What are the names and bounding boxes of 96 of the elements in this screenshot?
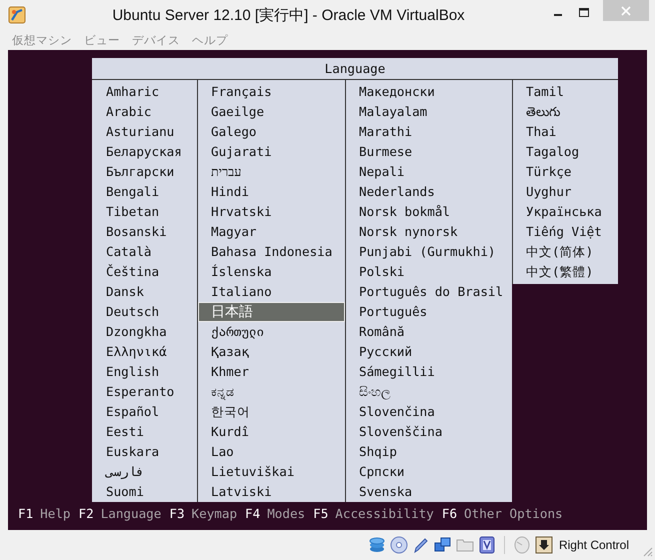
language-option[interactable]: Svenska (346, 482, 512, 502)
language-option[interactable]: Tiếng Việt (513, 222, 618, 242)
language-option[interactable]: Gujarati (198, 142, 345, 162)
language-option[interactable]: Marathi (346, 122, 512, 142)
language-option[interactable]: Esperanto (92, 382, 197, 402)
language-option[interactable]: Italiano (198, 282, 345, 302)
function-key: F6 (442, 506, 458, 520)
language-option[interactable]: Norsk bokmål (346, 202, 512, 222)
language-option[interactable]: Suomi (92, 482, 197, 502)
language-option[interactable]: Русский (346, 342, 512, 362)
function-key: F2 (78, 506, 94, 520)
language-option[interactable]: 한국어 (198, 402, 345, 422)
language-option[interactable]: Latviski (198, 482, 345, 502)
language-option[interactable]: فارسی (92, 462, 197, 482)
language-option[interactable]: Português (346, 302, 512, 322)
language-option[interactable]: 中文(繁體) (513, 262, 618, 282)
language-option[interactable]: Беларуская (92, 142, 197, 162)
language-option[interactable]: Türkçe (513, 162, 618, 182)
language-option[interactable]: Español (92, 402, 197, 422)
language-option[interactable]: ქართული (198, 322, 345, 342)
function-key: F4 (245, 506, 260, 520)
language-option[interactable]: Bosanski (92, 222, 197, 242)
language-option[interactable]: English (92, 362, 197, 382)
app-icon (8, 6, 26, 24)
language-option[interactable]: עברית (198, 162, 345, 182)
language-option[interactable]: Malayalam (346, 102, 512, 122)
function-key-label: Keymap (192, 506, 238, 520)
language-option[interactable]: Català (92, 242, 197, 262)
language-option[interactable]: Uyghur (513, 182, 618, 202)
language-option[interactable]: Shqip (346, 442, 512, 462)
language-option[interactable]: Kurdî (198, 422, 345, 442)
resize-grip-icon[interactable] (641, 545, 653, 557)
disc-icon[interactable] (390, 536, 408, 554)
language-option[interactable]: Tagalog (513, 142, 618, 162)
language-option[interactable]: Македонски (346, 82, 512, 102)
language-option[interactable]: Khmer (198, 362, 345, 382)
language-option[interactable]: తెలుగు (513, 102, 618, 122)
language-option[interactable]: Српски (346, 462, 512, 482)
language-option[interactable]: Slovenščina (346, 422, 512, 442)
function-key-label: Help (40, 506, 71, 520)
language-option[interactable]: Euskara (92, 442, 197, 462)
language-option[interactable]: Nepali (346, 162, 512, 182)
maximize-icon[interactable] (577, 6, 591, 20)
language-option[interactable]: Lietuviškai (198, 462, 345, 482)
language-option[interactable]: Galego (198, 122, 345, 142)
function-key: F5 (313, 506, 328, 520)
language-option[interactable]: Arabic (92, 102, 197, 122)
language-option[interactable]: Bahasa Indonesia (198, 242, 345, 262)
language-option[interactable]: Slovenčina (346, 402, 512, 422)
hard-disk-icon[interactable] (368, 536, 386, 554)
language-option[interactable]: Norsk nynorsk (346, 222, 512, 242)
language-option[interactable]: Українська (513, 202, 618, 222)
language-option[interactable]: Deutsch (92, 302, 197, 322)
language-option[interactable]: Ελληνικά (92, 342, 197, 362)
language-option[interactable]: Dansk (92, 282, 197, 302)
language-option[interactable]: Polski (346, 262, 512, 282)
language-option[interactable]: Thai (513, 122, 618, 142)
language-option[interactable]: Română (346, 322, 512, 342)
network-icon[interactable] (434, 536, 452, 554)
function-key-label: Modes (267, 506, 306, 520)
language-option[interactable]: Asturianu (92, 122, 197, 142)
pen-icon[interactable] (412, 536, 430, 554)
language-option[interactable]: Português do Brasil (346, 282, 512, 302)
function-key-label: Accessibility (335, 506, 434, 520)
language-option[interactable]: Eesti (92, 422, 197, 442)
function-key: F3 (169, 506, 185, 520)
language-option[interactable]: ಕನ್ನಡ (198, 382, 345, 402)
language-option[interactable]: Burmese (346, 142, 512, 162)
language-option[interactable]: Bengali (92, 182, 197, 202)
language-option[interactable]: Қазақ (198, 342, 345, 362)
chip-icon[interactable] (478, 536, 496, 554)
language-option[interactable]: Gaeilge (198, 102, 345, 122)
language-option[interactable]: Български (92, 162, 197, 182)
language-option[interactable]: Sámegillii (346, 362, 512, 382)
window-title: Ubuntu Server 12.10 [実行中] - Oracle VM VirtualBox (111, 6, 466, 24)
language-option[interactable]: Hrvatski (198, 202, 345, 222)
language-option[interactable]: Nederlands (346, 182, 512, 202)
language-option[interactable]: Français (198, 82, 345, 102)
language-option[interactable]: Lao (198, 442, 345, 462)
language-option[interactable]: Amharic (92, 82, 197, 102)
language-option[interactable]: Tibetan (92, 202, 197, 222)
function-key-label: Language (100, 506, 162, 520)
host-key-label: Right Control (558, 538, 629, 552)
language-option[interactable]: Dzongkha (92, 322, 197, 342)
language-option[interactable]: 日本語 (198, 302, 345, 322)
language-option[interactable]: සිංහල (346, 382, 512, 402)
function-key-label: Other Options (464, 506, 563, 520)
language-option[interactable]: Tamil (513, 82, 618, 102)
language-option[interactable]: Magyar (198, 222, 345, 242)
dialog-title: Language (92, 58, 618, 80)
language-option[interactable]: Íslenska (198, 262, 345, 282)
language-option[interactable]: Hindi (198, 182, 345, 202)
language-option[interactable]: Punjabi (Gurmukhi) (346, 242, 512, 262)
function-key: F1 (18, 506, 34, 520)
language-option[interactable]: 中文(简体) (513, 242, 618, 262)
language-option[interactable]: Čeština (92, 262, 197, 282)
